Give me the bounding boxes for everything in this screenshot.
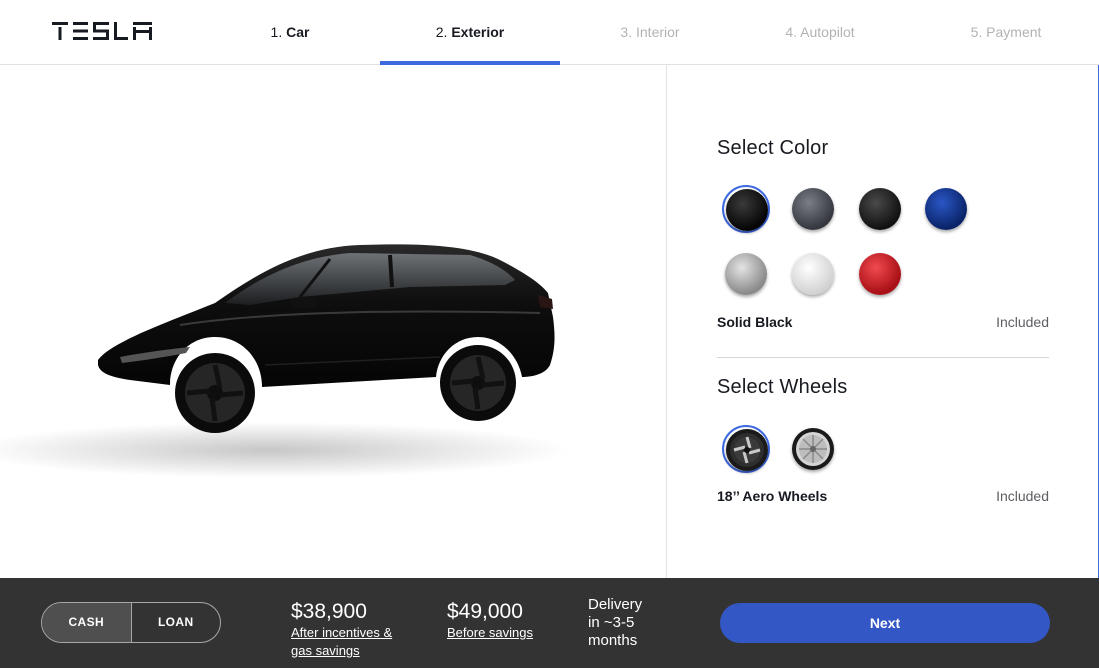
rear-wheel xyxy=(440,345,516,421)
aero-wheel-icon xyxy=(730,433,764,467)
price-before-savings: $49,000 Before savings xyxy=(447,600,533,642)
cash-toggle[interactable]: CASH xyxy=(42,603,132,642)
front-wheel xyxy=(175,353,255,433)
price-before-amount: $49,000 xyxy=(447,600,523,623)
price-summary-bar: CASH LOAN $38,900 After incentives & gas… xyxy=(0,578,1099,668)
car-preview-panel xyxy=(0,65,667,578)
before-savings-link[interactable]: Before savings xyxy=(447,624,533,642)
step-label: Interior xyxy=(636,24,680,40)
after-incentives-link-line1[interactable]: After incentives & xyxy=(291,624,392,642)
step-label: Car xyxy=(286,24,310,40)
select-color-heading: Select Color xyxy=(717,137,829,159)
delivery-line: in ~3-5 xyxy=(588,614,635,631)
top-nav: 1. Car 2. Exterior 3. Interior 4. Autopi… xyxy=(0,0,1099,65)
color-swatch-deep-blue[interactable] xyxy=(922,185,970,233)
wheel-price: Included xyxy=(996,488,1049,504)
selected-wheel-name: 18’’ Aero Wheels xyxy=(717,488,828,504)
step-autopilot[interactable]: 4. Autopilot xyxy=(730,0,910,65)
next-button[interactable]: Next xyxy=(720,603,1050,643)
color-swatch-midnight-silver[interactable] xyxy=(789,185,837,233)
select-wheels-heading: Select Wheels xyxy=(717,376,848,398)
step-number: 4. xyxy=(785,24,798,40)
price-after-incentives: $38,900 After incentives & gas savings xyxy=(291,600,392,660)
sport-wheel-icon xyxy=(796,432,830,466)
delivery-line: months xyxy=(588,632,638,649)
delivery-line: Delivery xyxy=(588,596,643,613)
price-after-amount: $38,900 xyxy=(291,600,367,623)
config-panel: Select Color Solid Black Included Select… xyxy=(668,65,1099,578)
wheel-option-sport[interactable] xyxy=(789,425,837,473)
color-swatch-red[interactable] xyxy=(856,250,904,298)
selected-color-name: Solid Black xyxy=(717,314,793,330)
after-incentives-link-line2[interactable]: gas savings xyxy=(291,642,392,660)
step-label: Autopilot xyxy=(800,24,855,40)
color-price: Included xyxy=(996,314,1049,330)
step-number: 5. xyxy=(970,24,983,40)
color-swatch-silver[interactable] xyxy=(722,250,770,298)
section-divider xyxy=(717,357,1049,358)
payment-toggle: CASH LOAN xyxy=(41,602,221,643)
step-label: Exterior xyxy=(451,24,505,40)
step-number: 2. xyxy=(435,24,448,40)
step-payment[interactable]: 5. Payment xyxy=(916,0,1096,65)
step-interior[interactable]: 3. Interior xyxy=(560,0,740,65)
car-image xyxy=(0,244,570,478)
color-swatch-obsidian-black[interactable] xyxy=(856,185,904,233)
step-number: 1. xyxy=(270,24,283,40)
loan-toggle[interactable]: LOAN xyxy=(132,603,221,642)
checkout-steps: 1. Car 2. Exterior 3. Interior 4. Autopi… xyxy=(200,0,1099,65)
step-number: 3. xyxy=(620,24,633,40)
step-label: Payment xyxy=(986,24,1042,40)
wheel-option-aero[interactable] xyxy=(722,425,770,473)
step-exterior[interactable]: 2. Exterior xyxy=(380,0,560,65)
color-swatch-pearl-white[interactable] xyxy=(789,250,837,298)
tesla-logo[interactable] xyxy=(52,22,152,40)
color-swatch-solid-black[interactable] xyxy=(722,185,770,233)
step-car[interactable]: 1. Car xyxy=(200,0,380,65)
delivery-estimate: Delivery in ~3-5 months xyxy=(588,596,668,650)
